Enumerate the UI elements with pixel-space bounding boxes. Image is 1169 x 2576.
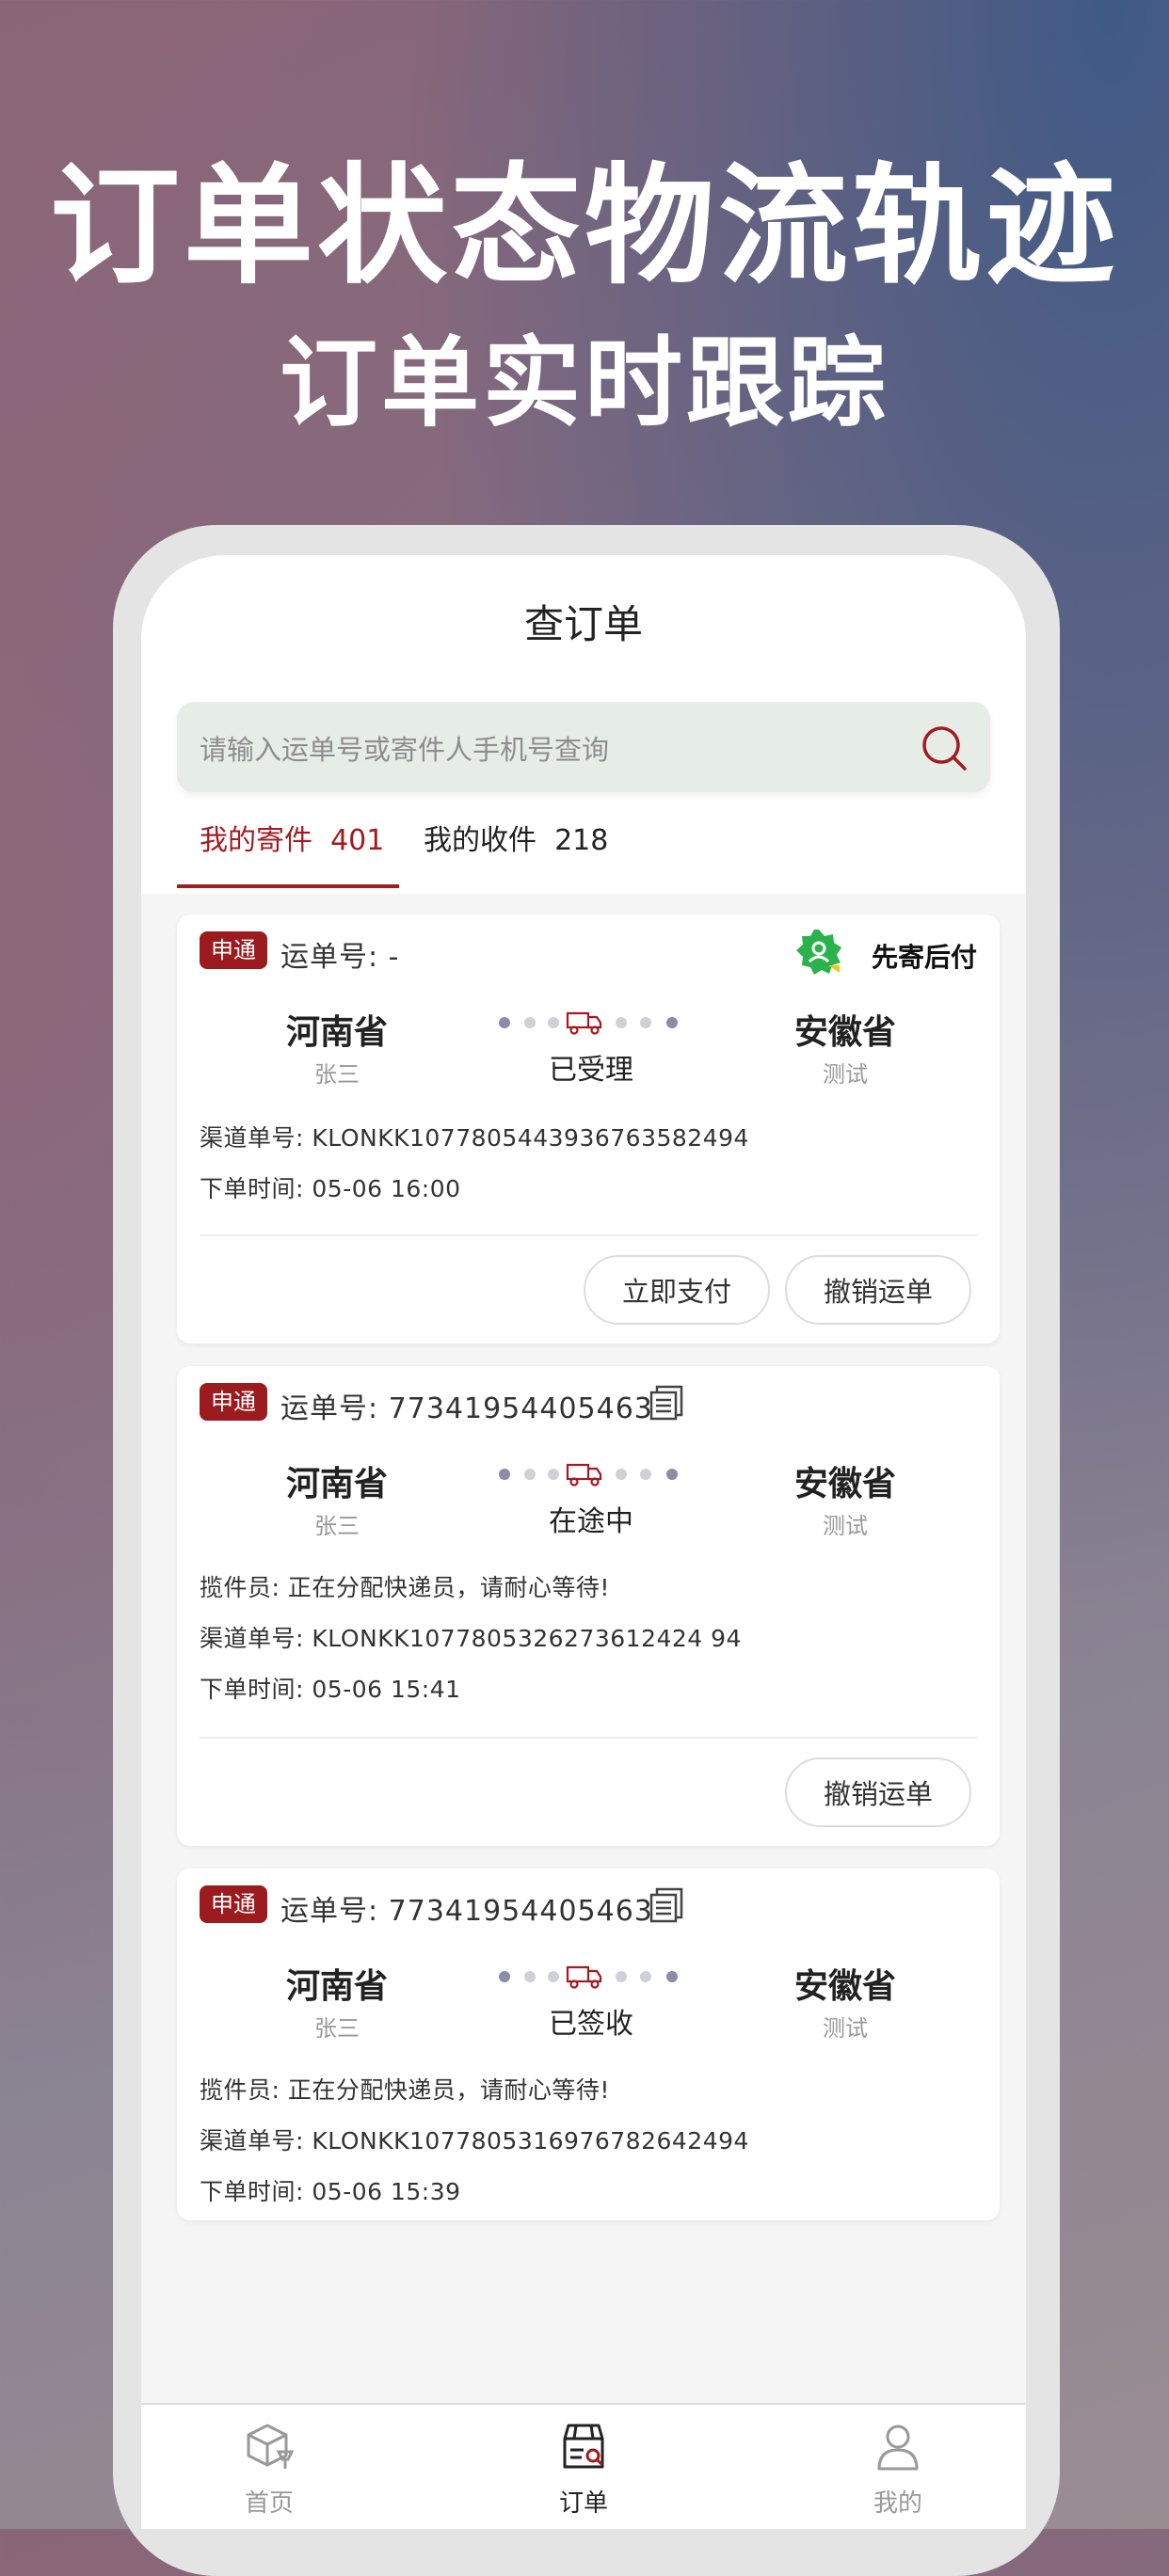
app-screen: 查订单 请输入运单号或寄件人手机号查询 我的寄件 401 我的收件 218 申通… bbox=[141, 555, 1026, 2529]
nav-item-home[interactable]: 首页 bbox=[175, 2405, 363, 2529]
channel-number: 渠道单号: KLONKK1077805316976782642494 bbox=[200, 2127, 749, 2155]
nav-item-mine[interactable]: 我的 bbox=[804, 2405, 992, 2529]
order-card[interactable]: 申通 运单号: - 先寄后付 河南省 张三 已受理 安徽省 测试 渠道单号: K… bbox=[177, 914, 1000, 1344]
header: 查订单 请输入运单号或寄件人手机号查询 我的寄件 401 我的收件 218 bbox=[141, 555, 1026, 894]
carrier-badge: 申通 bbox=[200, 931, 267, 969]
order-card[interactable]: 申通 运单号: 773419544054635 河南省 张三 已签收 安徽省 测… bbox=[177, 1868, 1000, 2220]
tracking-progress bbox=[499, 1463, 678, 1487]
receiver-name: 测试 bbox=[823, 1061, 868, 1088]
cancel-waybill-button[interactable]: 撤销运单 bbox=[785, 1757, 971, 1827]
nav-label: 我的 bbox=[873, 2489, 922, 2518]
truck-icon bbox=[566, 1463, 602, 1487]
sender-name: 张三 bbox=[314, 1061, 360, 1088]
divider bbox=[200, 1234, 977, 1236]
sender-name: 张三 bbox=[314, 2015, 360, 2042]
to-province: 安徽省 bbox=[793, 1465, 896, 1503]
courier-info: 揽件员: 正在分配快递员，请耐心等待! bbox=[200, 2076, 610, 2104]
tracking-progress bbox=[499, 1965, 678, 1989]
order-store-icon bbox=[563, 2424, 604, 2469]
search-icon[interactable] bbox=[919, 723, 969, 773]
pay-later-icon bbox=[796, 930, 841, 975]
tracking-progress bbox=[499, 1011, 678, 1035]
carrier-badge: 申通 bbox=[200, 1885, 267, 1923]
nav-item-orders[interactable]: 订单 bbox=[489, 2405, 678, 2529]
receiver-name: 测试 bbox=[823, 1513, 868, 1539]
promo-subtitle: 订单实时跟踪 bbox=[279, 326, 889, 440]
from-province: 河南省 bbox=[285, 1465, 388, 1503]
order-card[interactable]: 申通 运单号: 773419544054635 河南省 张三 在途中 安徽省 测… bbox=[177, 1366, 1000, 1846]
promo-title: 订单状态物流轨迹 bbox=[49, 151, 1119, 302]
waybill-number: 运单号: 773419544054635 bbox=[280, 1895, 672, 1928]
carrier-badge: 申通 bbox=[200, 1383, 267, 1421]
tab-my-sent[interactable]: 我的寄件 401 bbox=[200, 817, 384, 858]
order-status: 已签收 bbox=[549, 2008, 633, 2041]
sender-name: 张三 bbox=[314, 1513, 360, 1539]
search-bar[interactable]: 请输入运单号或寄件人手机号查询 bbox=[177, 702, 990, 792]
copy-icon[interactable] bbox=[648, 1885, 685, 1923]
order-status: 在途中 bbox=[549, 1505, 633, 1538]
tab-my-received[interactable]: 我的收件 218 bbox=[424, 817, 608, 858]
page-title: 查订单 bbox=[523, 601, 643, 647]
pay-now-button[interactable]: 立即支付 bbox=[584, 1255, 770, 1325]
channel-number: 渠道单号: KLONKK1077805443936763582494 bbox=[200, 1124, 749, 1152]
order-time: 下单时间: 05-06 16:00 bbox=[200, 1175, 461, 1202]
order-status: 已受理 bbox=[549, 1054, 633, 1087]
waybill-number: 运单号: - bbox=[280, 941, 400, 974]
divider bbox=[200, 1737, 977, 1739]
from-province: 河南省 bbox=[285, 1967, 388, 2006]
to-province: 安徽省 bbox=[793, 1967, 896, 2006]
user-icon bbox=[877, 2425, 919, 2471]
waybill-number: 运单号: 773419544054635 bbox=[280, 1392, 672, 1425]
to-province: 安徽省 bbox=[793, 1013, 896, 1052]
cancel-waybill-button[interactable]: 撤销运单 bbox=[785, 1255, 971, 1325]
order-time: 下单时间: 05-06 15:41 bbox=[200, 1676, 461, 1703]
receiver-name: 测试 bbox=[823, 2015, 868, 2042]
truck-icon bbox=[566, 1965, 602, 1989]
search-input[interactable]: 请输入运单号或寄件人手机号查询 bbox=[200, 728, 609, 768]
home-box-icon bbox=[247, 2424, 295, 2469]
pay-later-tag: 先寄后付 bbox=[789, 928, 977, 980]
courier-info: 揽件员: 正在分配快递员，请耐心等待! bbox=[200, 1574, 610, 1601]
from-province: 河南省 bbox=[285, 1013, 388, 1052]
nav-label: 订单 bbox=[558, 2489, 608, 2518]
channel-number: 渠道单号: KLONKK1077805326273612424 94 bbox=[200, 1625, 742, 1652]
copy-icon[interactable] bbox=[648, 1383, 685, 1421]
bottom-nav: 首页 订单 我的 bbox=[141, 2403, 1026, 2529]
order-time: 下单时间: 05-06 15:39 bbox=[200, 2178, 461, 2205]
tab-active-indicator bbox=[177, 884, 399, 888]
truck-icon bbox=[566, 1011, 602, 1035]
nav-label: 首页 bbox=[244, 2489, 294, 2518]
